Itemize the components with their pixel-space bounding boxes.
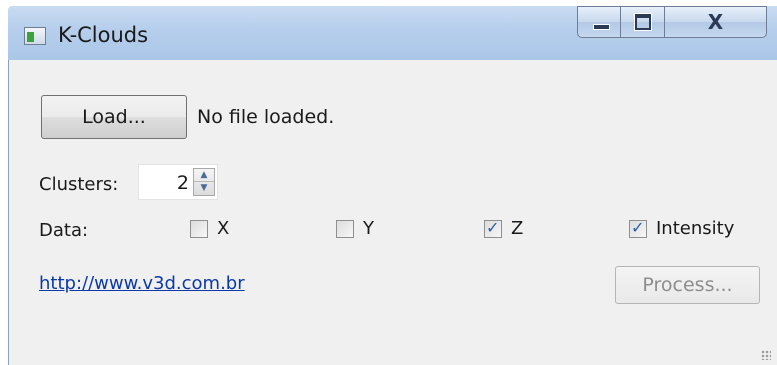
checkbox-z[interactable]: Z <box>484 218 523 239</box>
checkbox-intensity-box[interactable] <box>629 218 647 238</box>
minimize-button[interactable] <box>577 6 621 38</box>
process-button[interactable]: Process... <box>615 266 760 304</box>
load-button[interactable]: Load... <box>41 95 187 139</box>
window-title: K-Clouds <box>58 23 149 47</box>
maximize-button[interactable] <box>621 6 665 38</box>
checkbox-z-box[interactable] <box>484 218 502 238</box>
checkbox-x-label: X <box>217 218 230 239</box>
clusters-value[interactable]: 2 <box>177 172 189 194</box>
close-icon: X <box>707 10 724 34</box>
close-button[interactable]: X <box>665 6 767 38</box>
minimize-icon <box>593 24 610 30</box>
resize-grip-icon[interactable] <box>761 350 771 360</box>
file-status-text: No file loaded. <box>197 106 335 128</box>
checkbox-z-label: Z <box>511 218 524 239</box>
k-clouds-window: K-Clouds X Load... No file loaded. Clust… <box>0 0 777 365</box>
checkbox-intensity-label: Intensity <box>656 218 735 239</box>
maximize-icon <box>635 14 651 30</box>
website-link[interactable]: http://www.v3d.com.br <box>39 273 245 294</box>
spin-arrows: ▲ ▼ <box>193 168 215 196</box>
checkbox-y-label: Y <box>363 218 374 239</box>
checkbox-intensity[interactable]: Intensity <box>629 218 734 239</box>
client-area: Load... No file loaded. Clusters: 2 ▲ ▼ … <box>8 60 777 365</box>
clusters-spinbox[interactable]: 2 ▲ ▼ <box>138 164 218 200</box>
app-icon <box>24 27 46 45</box>
caption-buttons: X <box>577 6 767 40</box>
checkbox-x[interactable]: X <box>190 218 229 239</box>
clusters-label: Clusters: <box>39 174 119 195</box>
data-label: Data: <box>39 220 89 241</box>
checkbox-y-box[interactable] <box>336 219 354 238</box>
spin-down-arrow-icon[interactable]: ▼ <box>194 182 214 195</box>
checkbox-x-box[interactable] <box>190 219 208 238</box>
checkbox-y[interactable]: Y <box>336 218 374 239</box>
spin-up-arrow-icon[interactable]: ▲ <box>194 169 214 182</box>
